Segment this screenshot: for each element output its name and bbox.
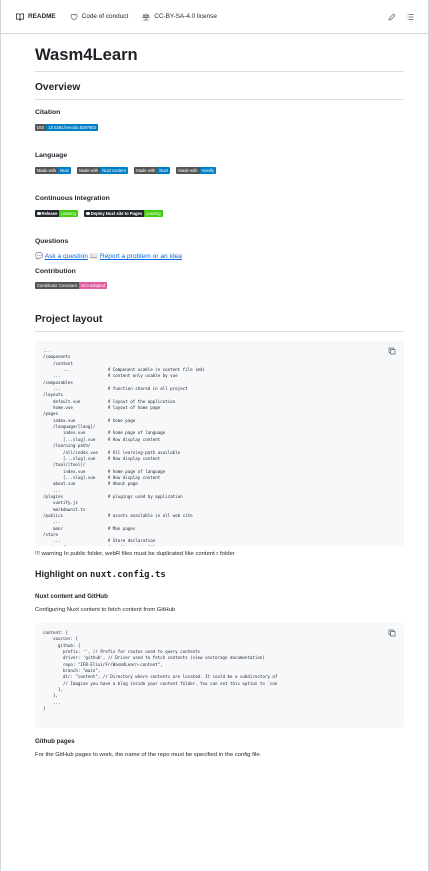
citation-heading: Citation <box>35 109 61 116</box>
contributor-covenant-badge[interactable]: Contributor Covenant v2.0 adopted <box>35 282 108 289</box>
ci-badges: Release passing Deploy Nuxt site to Pages… <box>35 210 404 228</box>
readme-title: Wasm4Learn <box>35 34 404 72</box>
readme-panel: README Code of conduct CC-BY-SA-4.0 lice… <box>0 0 429 871</box>
speech-bubble-icon: 💬 <box>35 253 44 260</box>
badge-label: Made with <box>176 167 200 174</box>
ask-question-link[interactable]: Ask a question <box>45 253 88 260</box>
badge-value: v2.0 adopted <box>78 282 108 289</box>
badge-label: Deploy Nuxt site to Pages <box>84 210 145 217</box>
highlight-heading: Highlight on nuxt.config.ts <box>35 567 404 586</box>
tab-readme[interactable]: README <box>16 12 56 21</box>
badge-label: Made with <box>134 167 158 174</box>
book-emoji-icon: 📖 <box>89 253 99 260</box>
badge-label: DOI <box>35 124 47 131</box>
highlight-heading-text: Highlight on <box>35 569 90 579</box>
tab-code-of-conduct-label: Code of conduct <box>81 13 129 20</box>
nuxt-content-text: Configuring Nuxt content to fetch conten… <box>35 607 176 613</box>
questions-heading: Questions <box>35 238 69 245</box>
law-icon <box>142 13 151 20</box>
language-heading: Language <box>35 152 68 159</box>
warning-text: !!! warning In public folder, webR files… <box>35 551 235 557</box>
copy-icon[interactable] <box>388 629 396 637</box>
list-icon <box>406 13 414 20</box>
vuetify-badge[interactable]: Made with Vuetify <box>176 167 217 174</box>
nuxt-content-heading: Nuxt content and GitHub <box>35 593 108 600</box>
badge-label: Release <box>35 210 60 217</box>
doi-badge[interactable]: DOI 10.5281/zenodo.8297663 <box>35 124 98 131</box>
badge-value: passing <box>59 210 78 217</box>
github-pages-text: For the GitHub pages to work, the name o… <box>35 752 262 758</box>
badge-label: Made with <box>77 167 101 174</box>
nuxt-badge[interactable]: Made with Nuxt <box>35 167 71 174</box>
tab-license-label: CC-BY-SA-4.0 license <box>154 13 217 20</box>
language-badges: Made with Nuxt Made with Nuxt content Made… <box>35 167 404 185</box>
contribution-heading: Contribution <box>35 268 76 275</box>
badge-label: Made with <box>35 167 59 174</box>
nuxt-badge-2[interactable]: Made with Nuxt <box>134 167 170 174</box>
edit-readme-button[interactable] <box>386 11 398 23</box>
badge-label-text: Release <box>41 211 58 216</box>
code-text: ... /components /content ... # Component… <box>43 348 206 546</box>
book-icon <box>16 12 24 21</box>
pencil-icon <box>388 13 396 20</box>
tab-code-of-conduct[interactable]: Code of conduct <box>70 13 129 21</box>
code-of-conduct-icon <box>70 13 78 20</box>
badge-value: Vuetify <box>199 167 217 174</box>
project-layout-heading: Project layout <box>35 313 404 332</box>
badge-value: Nuxt content <box>100 167 128 174</box>
badge-value: passing <box>144 210 163 217</box>
project-layout-code: ... /components /content ... # Component… <box>35 341 404 546</box>
deploy-badge[interactable]: Deploy Nuxt site to Pages passing <box>84 210 163 217</box>
badge-label-text: Deploy Nuxt site to Pages <box>90 211 143 216</box>
highlight-heading-code: nuxt.config.ts <box>89 570 166 580</box>
tab-license[interactable]: CC-BY-SA-4.0 license <box>142 13 217 21</box>
ci-heading: Continuous Integration <box>35 195 110 202</box>
copy-icon[interactable] <box>388 347 396 355</box>
readme-tab-bar: README Code of conduct CC-BY-SA-4.0 lice… <box>1 0 428 34</box>
badge-value: Nuxt <box>58 167 71 174</box>
contribution-badges: Contributor Covenant v2.0 adopted <box>35 282 404 300</box>
release-badge[interactable]: Release passing <box>35 210 78 217</box>
code-text: content: { sources: { github: { prefix: … <box>43 630 278 712</box>
github-pages-heading: Github pages <box>35 738 75 745</box>
badge-label: Contributor Covenant <box>35 282 79 289</box>
nuxt-config-code: content: { sources: { github: { prefix: … <box>35 623 404 728</box>
report-problem-link[interactable]: Report a problem or an idea <box>100 253 182 260</box>
nuxt-content-badge[interactable]: Made with Nuxt content <box>77 167 128 174</box>
badge-value: Nuxt <box>157 167 170 174</box>
citation-badges: DOI 10.5281/zenodo.8297663 <box>35 124 404 142</box>
badge-value: 10.5281/zenodo.8297663 <box>46 124 98 131</box>
question-links: 💬 Ask a question 📖 Report a problem or a… <box>35 252 404 260</box>
outline-button[interactable] <box>404 11 416 23</box>
github-icon <box>86 211 90 216</box>
overview-heading: Overview <box>35 81 404 100</box>
tab-readme-label: README <box>28 13 56 20</box>
github-icon <box>37 211 41 216</box>
